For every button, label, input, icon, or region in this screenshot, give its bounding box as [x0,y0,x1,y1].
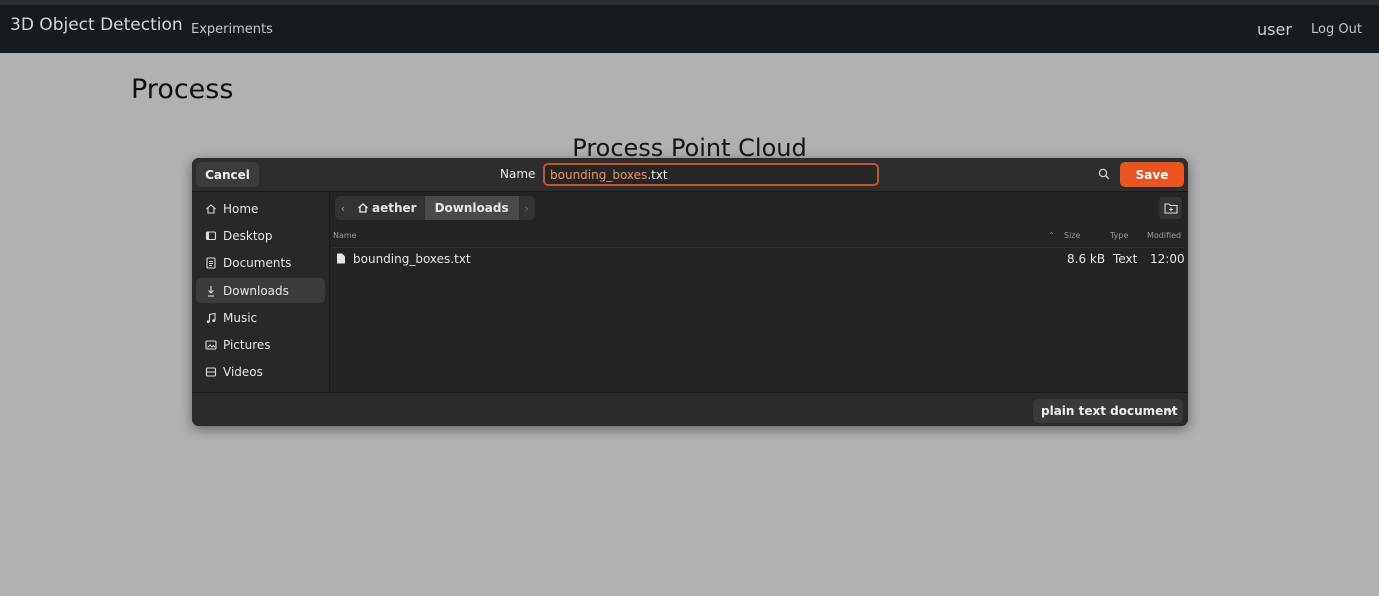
sidebar-item-label: Videos [223,364,263,379]
save-file-dialog: Cancel Name bounding_boxes.txt Save Home… [192,158,1188,426]
dialog-footer: plain text document [192,392,1188,426]
filename-stem: bounding_boxes [550,168,648,182]
sidebar-item-pictures[interactable]: Pictures [196,332,325,357]
table-row[interactable]: bounding_boxes.txt 8.6 kB Text 12:00 [332,248,1185,268]
home-icon [358,203,368,213]
dialog-header: Cancel Name bounding_boxes.txt Save [192,158,1188,192]
sidebar-item-label: Documents [223,255,292,270]
username: user [1257,20,1292,39]
file-type: Text [1113,252,1138,266]
sidebar-item-documents[interactable]: Documents [196,250,325,275]
file-size: 8.6 kB [1067,252,1106,266]
column-header-name[interactable]: Name [333,231,357,240]
sort-ascending-icon: ⌃ [1048,231,1055,240]
column-header-type[interactable]: Type [1110,231,1128,240]
sidebar-item-label: Desktop [223,228,273,243]
navbar: 3D Object Detection Experiments user Log… [0,5,1379,53]
brand[interactable]: 3D Object Detection [10,15,183,35]
chevron-down-icon [1165,405,1175,419]
cancel-button[interactable]: Cancel [196,162,259,187]
places-sidebar: Home Desktop Documents Downloads Music P… [192,192,330,392]
file-name: bounding_boxes.txt [353,252,471,266]
download-icon [205,285,217,297]
sidebar-item-label: Pictures [223,337,271,352]
path-segment-label: Downloads [434,201,509,215]
home-icon [205,203,217,215]
column-header-modified[interactable]: Modified [1147,231,1181,240]
path-forward-button[interactable]: › [518,196,535,220]
filter-label: plain text document [1041,404,1178,418]
document-icon [205,256,217,269]
page-title: Process [131,74,234,105]
sidebar-item-videos[interactable]: Videos [196,359,325,384]
save-button[interactable]: Save [1120,162,1184,187]
search-icon[interactable] [1095,165,1113,183]
videos-icon [205,366,217,378]
file-icon [336,253,346,267]
nav-experiments-link[interactable]: Experiments [191,22,273,37]
pictures-icon [205,339,217,351]
name-label: Name [500,167,536,181]
breadcrumb: ‹ aether Downloads › [335,196,535,220]
column-header-size[interactable]: Size [1064,231,1080,240]
sidebar-item-downloads[interactable]: Downloads [196,278,325,303]
sidebar-item-label: Home [223,201,259,216]
sidebar-item-home[interactable]: Home [196,196,325,221]
music-icon [205,312,217,324]
path-segment-label: aether [372,201,417,215]
filename-input[interactable]: bounding_boxes.txt [543,163,879,186]
sidebar-item-music[interactable]: Music [196,305,325,330]
sidebar-item-label: Downloads [223,283,289,298]
new-folder-button[interactable] [1159,197,1182,219]
new-folder-icon [1163,203,1178,214]
sidebar-item-label: Music [223,310,258,325]
path-back-button[interactable]: ‹ [335,196,351,220]
filename-extension: .txt [647,168,668,182]
sidebar-item-desktop[interactable]: Desktop [196,223,325,248]
file-modified: 12:00 [1150,252,1185,266]
path-segment-downloads[interactable]: Downloads [424,196,519,220]
file-type-filter-select[interactable]: plain text document [1033,399,1183,423]
desktop-icon [205,230,217,242]
chevron-left-icon: ‹ [340,201,346,215]
path-segment-home[interactable]: aether [351,196,425,220]
logout-link[interactable]: Log Out [1311,22,1362,37]
chevron-right-icon: › [524,201,529,215]
